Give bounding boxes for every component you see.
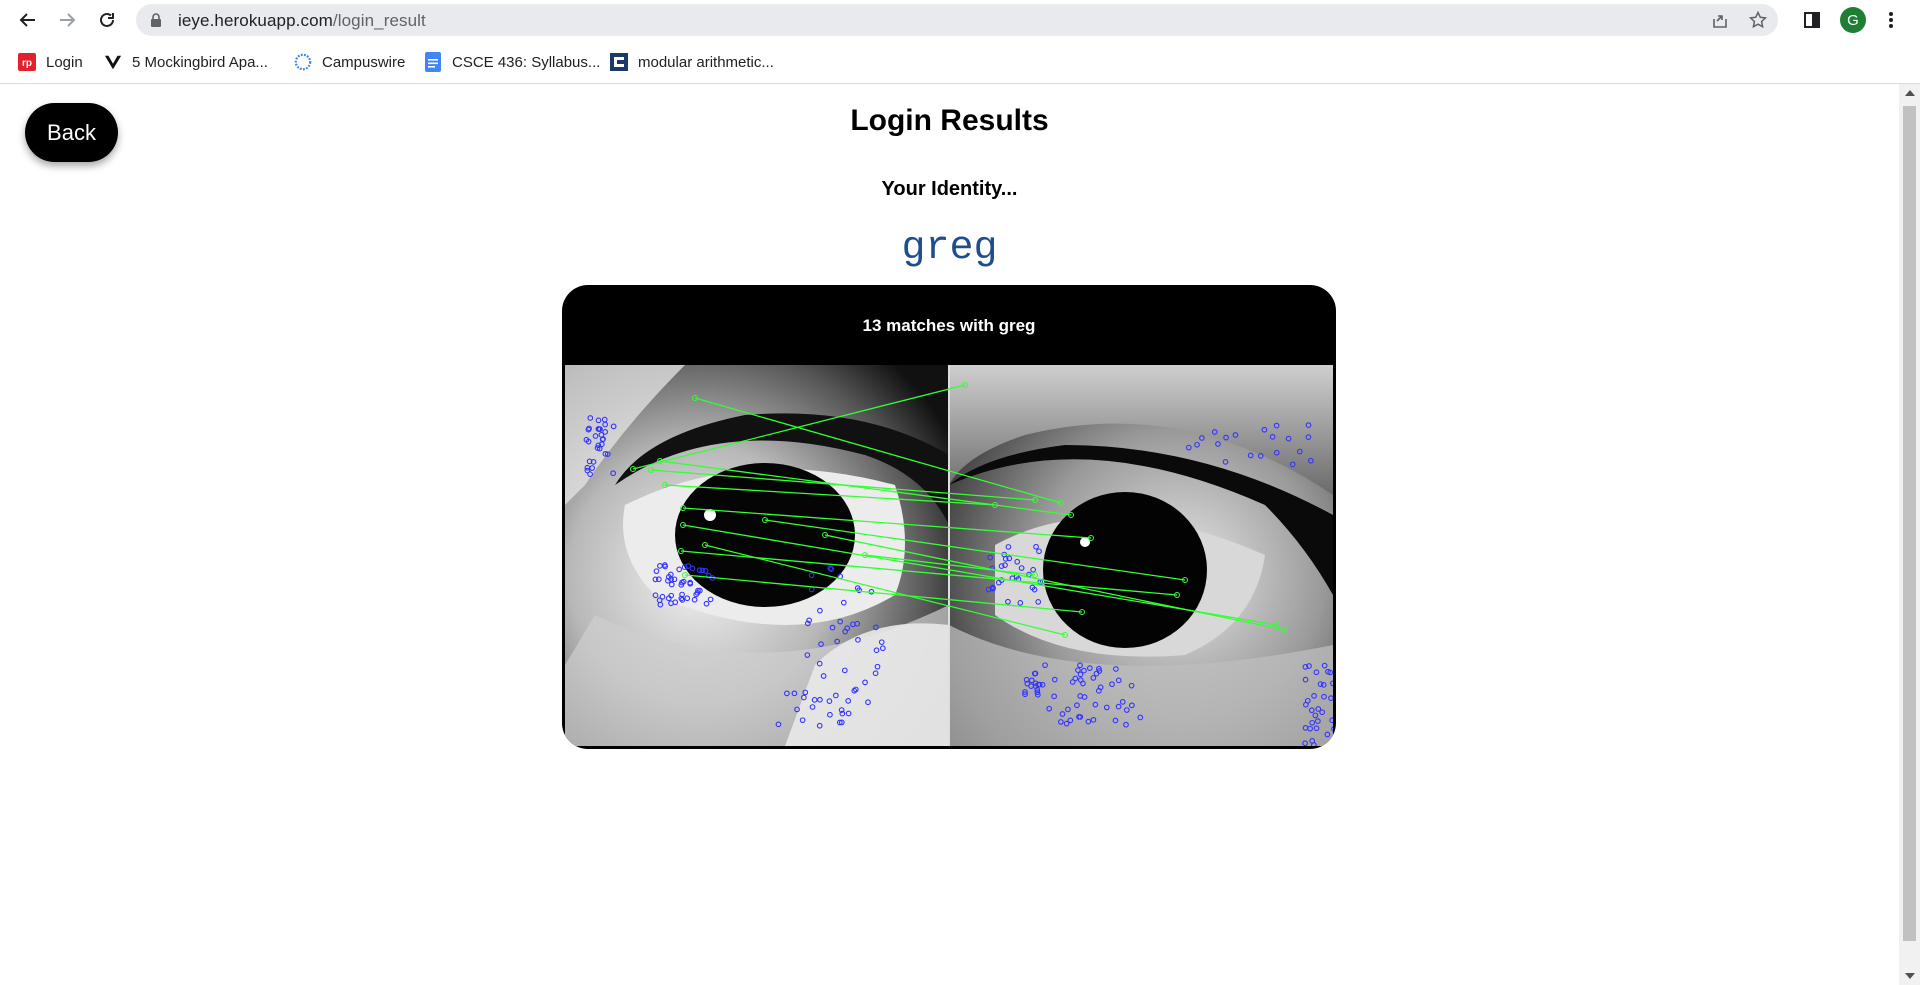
left-eye-photo — [565, 365, 949, 746]
v-logo-icon — [104, 53, 122, 71]
side-panel-icon[interactable] — [1799, 7, 1825, 33]
address-bar[interactable]: ieye.herokuapp.com/login_result — [136, 4, 1778, 36]
bookmarks-bar: rp Login 5 Mockingbird Apa... Campuswire… — [0, 40, 1920, 84]
vertical-scrollbar[interactable] — [1899, 84, 1920, 985]
rp-logo-icon: rp — [18, 53, 36, 71]
scroll-down-arrow-icon[interactable] — [1905, 973, 1915, 979]
match-caption: 13 matches with greg — [862, 316, 1036, 335]
page-viewport: Back Login Results Your Identity... greg… — [0, 84, 1899, 985]
bookmark-csce436[interactable]: CSCE 436: Syllabus... — [424, 51, 600, 73]
bookmark-campuswire[interactable]: Campuswire — [294, 51, 405, 73]
page-title: Login Results — [850, 104, 1049, 137]
browser-toolbar: ieye.herokuapp.com/login_result G — [0, 0, 1920, 40]
site-icon — [610, 53, 628, 71]
eye-match-image — [565, 365, 1333, 746]
share-icon[interactable] — [1710, 10, 1730, 30]
reload-icon[interactable] — [93, 6, 121, 34]
profile-avatar[interactable]: G — [1840, 7, 1866, 33]
identity-name: greg — [901, 226, 998, 271]
campuswire-icon — [294, 53, 312, 71]
lock-icon[interactable] — [150, 13, 162, 32]
bookmark-modular-arithmetic[interactable]: modular arithmetic... — [610, 51, 774, 73]
bookmark-star-icon[interactable] — [1748, 10, 1768, 30]
bookmark-mockingbird[interactable]: 5 Mockingbird Apa... — [104, 51, 268, 73]
scrollbar-thumb[interactable] — [1903, 106, 1916, 941]
url-text: ieye.herokuapp.com/login_result — [178, 11, 426, 30]
identity-heading: Your Identity... — [881, 178, 1018, 200]
google-docs-icon — [424, 52, 442, 72]
kebab-menu-icon[interactable] — [1878, 7, 1904, 33]
svg-text:rp: rp — [22, 58, 32, 69]
match-result-card: 13 matches with greg — [562, 285, 1336, 749]
scroll-up-arrow-icon[interactable] — [1905, 90, 1915, 96]
bookmark-login[interactable]: rp Login — [18, 51, 83, 73]
back-arrow-icon[interactable] — [14, 6, 42, 34]
forward-arrow-icon[interactable] — [53, 6, 81, 34]
